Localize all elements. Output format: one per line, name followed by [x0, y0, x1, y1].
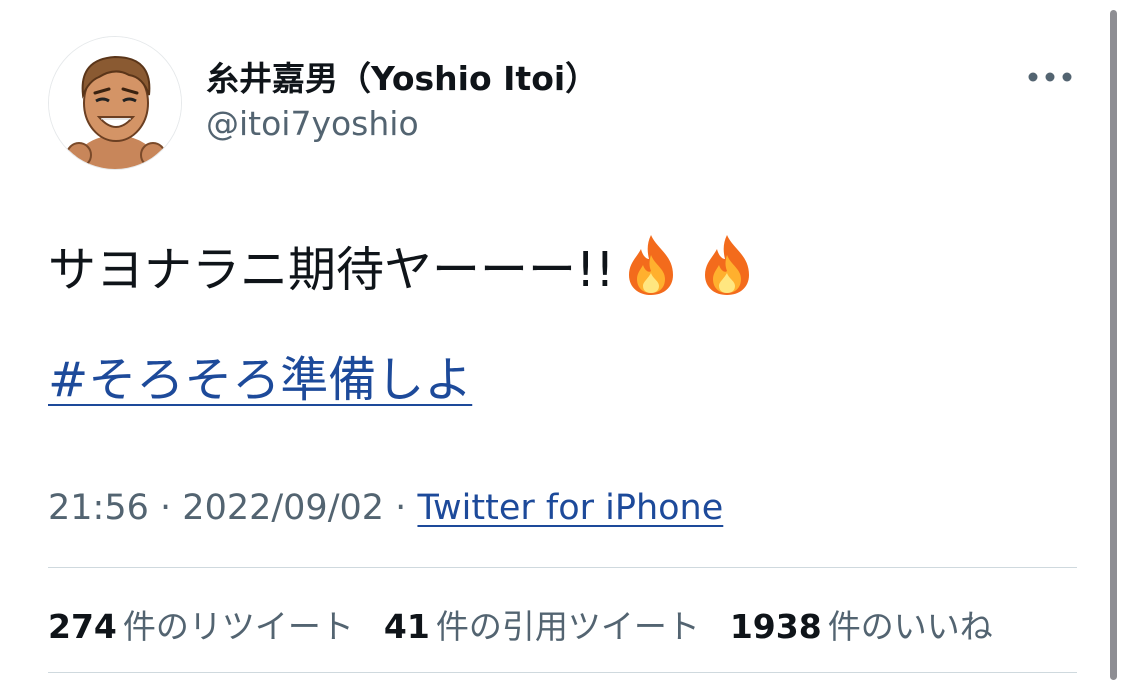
hashtag-link[interactable]: #そろそろ準備しよ [48, 340, 472, 410]
quotes-count: 41 [383, 607, 430, 646]
fire-emoji-icon [623, 233, 679, 297]
divider [48, 672, 1077, 673]
likes-stat[interactable]: 1938 件のいいね [730, 600, 993, 648]
retweets-count: 274 [48, 607, 117, 646]
tweet-text: サヨナラニ期待ヤーーー!! [48, 230, 755, 300]
user-handle[interactable]: @itoi7yoshio [206, 104, 419, 143]
tweet-meta: 21:56 · 2022/09/02 · Twitter for iPhone [48, 488, 723, 528]
divider [48, 567, 1077, 568]
retweets-label: 件のリツイート [122, 607, 354, 646]
quotes-label: 件の引用ツイート [435, 607, 700, 646]
tweet-time: 21:56 [48, 488, 149, 528]
avatar[interactable] [48, 36, 182, 170]
tweet-body: サヨナラニ期待ヤーーー!! [48, 242, 615, 298]
meta-separator: · [395, 488, 407, 528]
tweet-stats: 274 件のリツイート 41 件の引用ツイート 1938 件のいいね [48, 600, 1023, 648]
fire-emoji-icon [699, 233, 755, 297]
tweet-date: 2022/09/02 [182, 488, 385, 528]
likes-count: 1938 [729, 607, 822, 646]
cartoon-avatar-icon [49, 37, 181, 169]
scrollbar[interactable] [1110, 10, 1117, 680]
meta-separator: · [160, 488, 172, 528]
retweets-stat[interactable]: 274 件のリツイート [48, 600, 354, 648]
quotes-stat[interactable]: 41 件の引用ツイート [384, 600, 700, 648]
likes-label: 件のいいね [827, 607, 993, 646]
display-name[interactable]: 糸井嘉男（Yoshio Itoi） [206, 52, 598, 100]
source-link[interactable]: Twitter for iPhone [417, 488, 723, 528]
more-options-icon[interactable] [1022, 62, 1078, 92]
